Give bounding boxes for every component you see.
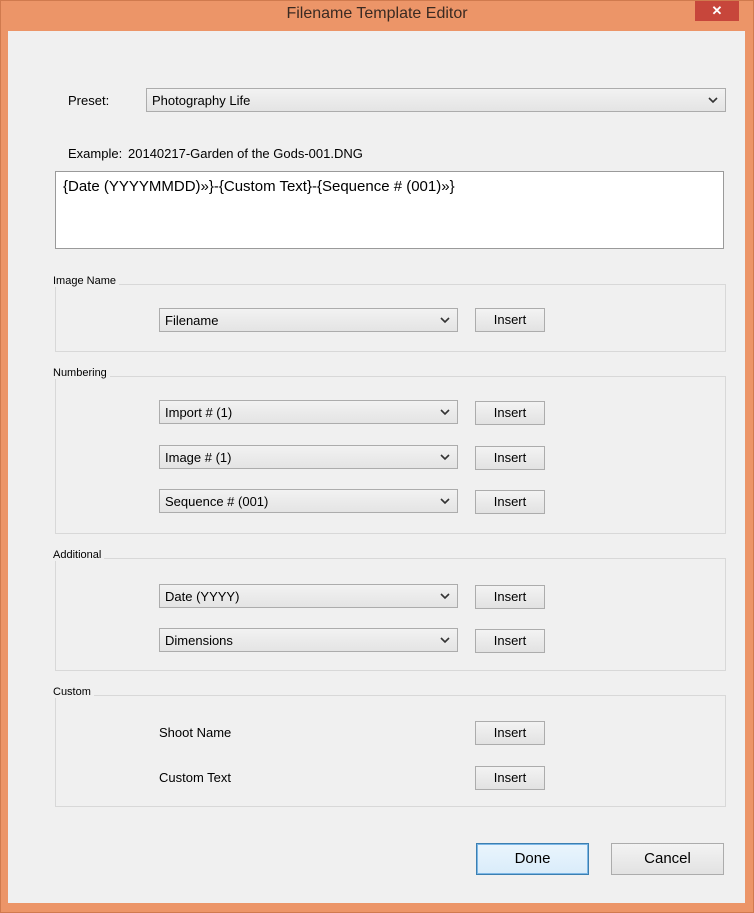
chevron-down-icon bbox=[440, 593, 450, 600]
import-number-value: Import # (1) bbox=[165, 405, 233, 420]
dimensions-insert-button[interactable]: Insert bbox=[475, 629, 545, 653]
sequence-number-value: Sequence # (001) bbox=[165, 494, 269, 509]
import-number-insert-button[interactable]: Insert bbox=[475, 401, 545, 425]
preset-select[interactable]: Photography Life bbox=[146, 88, 726, 112]
chevron-down-icon bbox=[440, 454, 450, 461]
done-button[interactable]: Done bbox=[476, 843, 589, 875]
chevron-down-icon bbox=[440, 498, 450, 505]
example-value: 20140217-Garden of the Gods-001.DNG bbox=[128, 146, 363, 161]
template-text-area[interactable]: {Date (YYYYMMDD)»}-{Custom Text}-{Sequen… bbox=[55, 171, 724, 249]
title-bar[interactable]: Filename Template Editor ✕ bbox=[1, 1, 753, 31]
window-title: Filename Template Editor bbox=[286, 5, 468, 22]
custom-legend: Custom bbox=[50, 686, 94, 698]
date-yyyy-select[interactable]: Date (YYYY) bbox=[159, 584, 458, 608]
custom-group: Custom bbox=[50, 686, 726, 807]
preset-value: Photography Life bbox=[152, 93, 251, 108]
close-icon: ✕ bbox=[711, 3, 723, 18]
dimensions-select[interactable]: Dimensions bbox=[159, 628, 458, 652]
chevron-down-icon bbox=[440, 409, 450, 416]
chevron-down-icon bbox=[440, 637, 450, 644]
image-name-select[interactable]: Filename bbox=[159, 308, 458, 332]
image-name-legend: Image Name bbox=[50, 275, 119, 287]
image-name-value: Filename bbox=[165, 313, 219, 328]
sequence-number-insert-button[interactable]: Insert bbox=[475, 490, 545, 514]
image-number-value: Image # (1) bbox=[165, 450, 232, 465]
image-number-select[interactable]: Image # (1) bbox=[159, 445, 458, 469]
chevron-down-icon bbox=[708, 97, 718, 104]
close-button[interactable]: ✕ bbox=[695, 1, 739, 21]
import-number-select[interactable]: Import # (1) bbox=[159, 400, 458, 424]
numbering-legend: Numbering bbox=[50, 367, 110, 379]
image-name-insert-button[interactable]: Insert bbox=[475, 308, 545, 332]
custom-text-insert-button[interactable]: Insert bbox=[475, 766, 545, 790]
chevron-down-icon bbox=[440, 317, 450, 324]
cancel-button[interactable]: Cancel bbox=[611, 843, 724, 875]
example-label: Example: bbox=[68, 146, 123, 161]
dialog-body: Preset: Photography Life Example: 201402… bbox=[8, 31, 745, 903]
dimensions-value: Dimensions bbox=[165, 633, 233, 648]
dialog-window: Filename Template Editor ✕ Preset: Photo… bbox=[0, 0, 754, 913]
shoot-name-insert-button[interactable]: Insert bbox=[475, 721, 545, 745]
date-yyyy-insert-button[interactable]: Insert bbox=[475, 585, 545, 609]
preset-label: Preset: bbox=[68, 93, 110, 108]
shoot-name-label: Shoot Name bbox=[159, 725, 232, 740]
image-number-insert-button[interactable]: Insert bbox=[475, 446, 545, 470]
sequence-number-select[interactable]: Sequence # (001) bbox=[159, 489, 458, 513]
additional-group: Additional bbox=[50, 549, 726, 671]
additional-legend: Additional bbox=[50, 549, 105, 561]
custom-text-label: Custom Text bbox=[159, 770, 232, 785]
date-yyyy-value: Date (YYYY) bbox=[165, 589, 240, 604]
template-text: {Date (YYYYMMDD)»}-{Custom Text}-{Sequen… bbox=[63, 178, 455, 195]
